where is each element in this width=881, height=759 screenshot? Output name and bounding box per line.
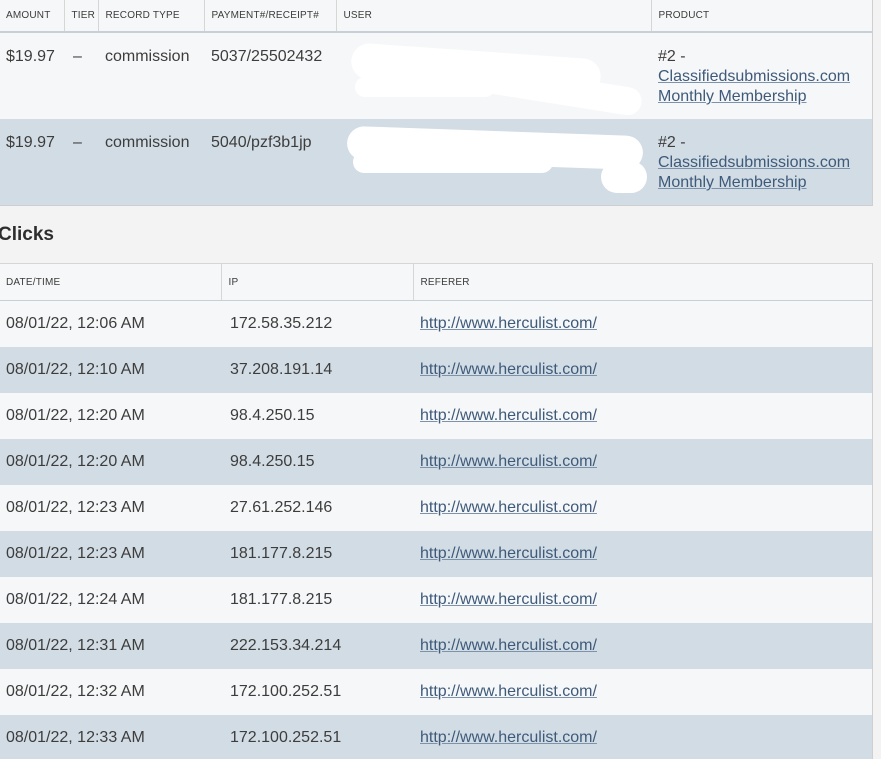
commissions-table: AMOUNT TIER RECORD TYPE PAYMENT#/RECEIPT…	[0, 0, 873, 206]
click-referer-cell: http://www.herculist.com/	[413, 346, 872, 393]
click-row: 08/01/22, 12:31 AM 222.153.34.214 http://w…	[0, 622, 872, 669]
click-ip-cell: 37.208.191.14	[221, 346, 413, 393]
payment-receipt-cell: 5037/25502432	[204, 32, 336, 119]
product-name-link[interactable]: Classifiedsubmissions.com	[658, 153, 872, 173]
click-referer-cell: http://www.herculist.com/	[413, 530, 872, 577]
column-header-payment-receipt[interactable]: PAYMENT#/RECEIPT#	[204, 0, 337, 33]
click-referer-cell: http://www.herculist.com/	[413, 300, 872, 347]
column-header-ip[interactable]: IP	[221, 263, 414, 301]
tier-cell: –	[64, 32, 98, 119]
amount-cell: $19.97	[0, 119, 64, 205]
product-plan-link[interactable]: Monthly Membership	[658, 173, 872, 193]
click-datetime-cell: 08/01/22, 12:23 AM	[0, 530, 221, 577]
click-datetime-cell: 08/01/22, 12:31 AM	[0, 622, 221, 669]
product-name-link[interactable]: Classifiedsubmissions.com	[658, 67, 872, 87]
column-header-datetime[interactable]: DATE/TIME	[0, 263, 222, 301]
referer-link[interactable]: http://www.herculist.com/	[420, 315, 597, 332]
clicks-header-row: DATE/TIME IP REFERER	[0, 263, 872, 301]
record-type-cell: commission	[98, 119, 204, 205]
column-header-user[interactable]: USER	[336, 0, 652, 33]
redacted-user-info	[343, 125, 651, 203]
referer-link[interactable]: http://www.herculist.com/	[420, 545, 597, 562]
click-referer-cell: http://www.herculist.com/	[413, 392, 872, 439]
page: AMOUNT TIER RECORD TYPE PAYMENT#/RECEIPT…	[0, 0, 881, 759]
amount-cell: $19.97	[0, 32, 64, 119]
click-referer-cell: http://www.herculist.com/	[413, 714, 872, 759]
click-row: 08/01/22, 12:23 AM 181.177.8.215 http://ww…	[0, 530, 872, 577]
click-datetime-cell: 08/01/22, 12:32 AM	[0, 668, 221, 715]
click-datetime-cell: 08/01/22, 12:10 AM	[0, 346, 221, 393]
user-cell	[336, 32, 651, 119]
referer-link[interactable]: http://www.herculist.com/	[420, 453, 597, 470]
user-cell	[336, 119, 651, 205]
commission-row: $19.97 – commission 5040/pzf3b1jp #2 - C…	[0, 119, 872, 205]
redacted-user-info	[343, 42, 651, 118]
referer-link[interactable]: http://www.herculist.com/	[420, 407, 597, 424]
click-ip-cell: 98.4.250.15	[221, 438, 413, 485]
commissions-header-row: AMOUNT TIER RECORD TYPE PAYMENT#/RECEIPT…	[0, 0, 872, 33]
column-header-amount[interactable]: AMOUNT	[0, 0, 65, 33]
referer-link[interactable]: http://www.herculist.com/	[420, 361, 597, 378]
click-row: 08/01/22, 12:23 AM 27.61.252.146 http://ww…	[0, 484, 872, 531]
click-referer-cell: http://www.herculist.com/	[413, 622, 872, 669]
click-ip-cell: 181.177.8.215	[221, 530, 413, 577]
click-ip-cell: 27.61.252.146	[221, 484, 413, 531]
product-cell: #2 - Classifiedsubmissions.com Monthly M…	[651, 32, 872, 119]
column-header-record-type[interactable]: RECORD TYPE	[98, 0, 205, 33]
click-referer-cell: http://www.herculist.com/	[413, 668, 872, 715]
referer-link[interactable]: http://www.herculist.com/	[420, 591, 597, 608]
click-row: 08/01/22, 12:32 AM 172.100.252.51 http://w…	[0, 668, 872, 715]
click-referer-cell: http://www.herculist.com/	[413, 484, 872, 531]
payment-receipt-cell: 5040/pzf3b1jp	[204, 119, 336, 205]
referer-link[interactable]: http://www.herculist.com/	[420, 729, 597, 746]
click-ip-cell: 172.100.252.51	[221, 668, 413, 715]
commission-row: $19.97 – commission 5037/25502432 #2 - C…	[0, 32, 872, 119]
referer-link[interactable]: http://www.herculist.com/	[420, 499, 597, 516]
click-ip-cell: 181.177.8.215	[221, 576, 413, 623]
click-row: 08/01/22, 12:24 AM 181.177.8.215 http://ww…	[0, 576, 872, 623]
product-cell: #2 - Classifiedsubmissions.com Monthly M…	[651, 119, 872, 205]
click-referer-cell: http://www.herculist.com/	[413, 438, 872, 485]
click-datetime-cell: 08/01/22, 12:23 AM	[0, 484, 221, 531]
product-plan-link[interactable]: Monthly Membership	[658, 87, 872, 107]
product-prefix: #2 -	[658, 48, 686, 65]
record-type-cell: commission	[98, 32, 204, 119]
click-datetime-cell: 08/01/22, 12:06 AM	[0, 300, 221, 347]
click-row: 08/01/22, 12:33 AM 172.100.252.51 http://w…	[0, 714, 872, 759]
click-ip-cell: 222.153.34.214	[221, 622, 413, 669]
click-row: 08/01/22, 12:20 AM 98.4.250.15 http://www.…	[0, 438, 872, 485]
column-header-tier[interactable]: TIER	[64, 0, 99, 33]
referer-link[interactable]: http://www.herculist.com/	[420, 637, 597, 654]
column-header-referer[interactable]: REFERER	[413, 263, 872, 301]
click-row: 08/01/22, 12:20 AM 98.4.250.15 http://www.…	[0, 392, 872, 439]
clicks-table-body: 08/01/22, 12:06 AM 172.58.35.212 http://ww…	[0, 300, 872, 759]
click-ip-cell: 172.100.252.51	[221, 714, 413, 759]
click-referer-cell: http://www.herculist.com/	[413, 576, 872, 623]
click-ip-cell: 172.58.35.212	[221, 300, 413, 347]
click-datetime-cell: 08/01/22, 12:20 AM	[0, 438, 221, 485]
referer-link[interactable]: http://www.herculist.com/	[420, 683, 597, 700]
click-ip-cell: 98.4.250.15	[221, 392, 413, 439]
click-row: 08/01/22, 12:06 AM 172.58.35.212 http://ww…	[0, 300, 872, 347]
click-datetime-cell: 08/01/22, 12:20 AM	[0, 392, 221, 439]
click-datetime-cell: 08/01/22, 12:24 AM	[0, 576, 221, 623]
column-header-product[interactable]: PRODUCT	[651, 0, 872, 33]
clicks-section-title: Clicks	[0, 224, 54, 245]
click-datetime-cell: 08/01/22, 12:33 AM	[0, 714, 221, 759]
click-row: 08/01/22, 12:10 AM 37.208.191.14 http://ww…	[0, 346, 872, 393]
product-prefix: #2 -	[658, 134, 686, 151]
clicks-table: DATE/TIME IP REFERER 08/01/22, 12:06 AM 1…	[0, 263, 873, 759]
tier-cell: –	[64, 119, 98, 205]
